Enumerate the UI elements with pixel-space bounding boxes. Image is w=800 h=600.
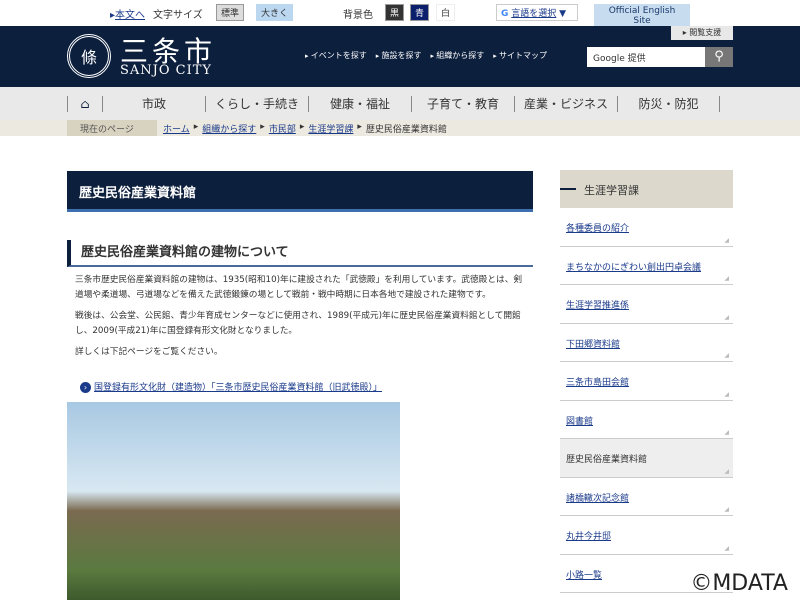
breadcrumb-current: 歴史民俗産業資料館 bbox=[365, 125, 447, 135]
sidebar-item[interactable]: 三条市島田会館 bbox=[560, 362, 733, 401]
sidebar-item[interactable]: まちなかのにぎわい創出円卓会議 bbox=[560, 247, 733, 285]
breadcrumb-separator-icon: ▸ bbox=[357, 122, 362, 132]
breadcrumb-home[interactable]: ホーム bbox=[163, 122, 190, 135]
emblem-mark: 條 bbox=[80, 48, 97, 67]
header-link-facilities[interactable]: 施設を探す bbox=[376, 50, 422, 61]
sidebar-item[interactable]: 丸井今井邸 bbox=[560, 516, 733, 555]
paragraph: 戦後は、公会堂、公民館、青少年育成センターなどに使用され、1989(平成元)年に… bbox=[75, 311, 521, 336]
chevron-right-icon: › bbox=[80, 382, 91, 393]
bg-black-button[interactable]: 黒 bbox=[385, 4, 405, 21]
breadcrumb-separator-icon: ▸ bbox=[260, 122, 265, 132]
header-link-sitemap[interactable]: サイトマップ bbox=[493, 50, 547, 61]
nav-city-admin[interactable]: 市政 bbox=[102, 96, 205, 112]
skip-to-content-link[interactable]: ▸本文へ bbox=[110, 6, 145, 21]
breadcrumb-separator-icon: ▸ bbox=[193, 122, 199, 132]
article-body: 三条市歴史民俗産業資料館の建物は、1935(昭和10)年に建設された「武徳殿」を… bbox=[75, 273, 530, 366]
english-site-button[interactable]: Official English Site bbox=[594, 4, 690, 28]
sidebar-title: 生涯学習課 bbox=[560, 170, 733, 208]
watermark: ©MDATA bbox=[690, 571, 788, 596]
nav-living[interactable]: くらし・手続き bbox=[205, 96, 308, 112]
site-header: 條 三条市 SANJO CITY ▸ 閲覧支援 イベントを探す 施設を探す 組織… bbox=[0, 26, 800, 87]
breadcrumb-here-label: 現在のページ bbox=[67, 120, 157, 136]
nav-childcare[interactable]: 子育て・教育 bbox=[411, 96, 514, 112]
font-size-label: 文字サイズ bbox=[153, 10, 203, 21]
global-nav: ⌂ 市政 くらし・手続き 健康・福祉 子育て・教育 産業・ビジネス 防災・防犯 bbox=[0, 87, 800, 120]
breadcrumb-separator-icon: ▸ bbox=[299, 122, 305, 132]
sidebar-item[interactable]: 生涯学習推進係 bbox=[560, 285, 733, 324]
section-heading: 歴史民俗産業資料館の建物について bbox=[67, 240, 533, 267]
bg-blue-button[interactable]: 青 bbox=[410, 4, 430, 21]
search-icon: ⚲ bbox=[714, 49, 724, 64]
home-icon: ⌂ bbox=[80, 97, 90, 111]
header-link-events[interactable]: イベントを探す bbox=[305, 50, 367, 61]
sidebar-item[interactable]: 諸橋轍次記念館 bbox=[560, 478, 733, 516]
accessibility-assist-button[interactable]: ▸ 閲覧支援 bbox=[671, 26, 733, 40]
city-emblem-logo[interactable]: 條 bbox=[67, 34, 111, 78]
assist-label: 閲覧支援 bbox=[689, 28, 722, 37]
paragraph: 三条市歴史民俗産業資料館の建物は、1935(昭和10)年に建設された「武徳殿」を… bbox=[75, 275, 523, 300]
sidebar-item-current: 歴史民俗産業資料館 bbox=[560, 439, 733, 478]
sidebar-item[interactable]: 図書館 bbox=[560, 401, 733, 439]
bg-color-label: 背景色 bbox=[343, 10, 373, 21]
nav-home[interactable]: ⌂ bbox=[67, 96, 102, 112]
language-select-label: 言語を選択 bbox=[511, 9, 557, 19]
building-photo bbox=[67, 402, 400, 600]
nav-business[interactable]: 産業・ビジネス bbox=[514, 96, 617, 112]
header-link-organization[interactable]: 組織から探す bbox=[431, 50, 484, 61]
nav-disaster[interactable]: 防災・防犯 bbox=[617, 96, 720, 112]
font-size-large-button[interactable]: 大きく bbox=[256, 4, 294, 21]
sidebar-item[interactable]: 各種委員の紹介 bbox=[560, 208, 733, 247]
header-links: イベントを探す 施設を探す 組織から探す サイトマップ bbox=[305, 50, 547, 61]
bg-white-button[interactable]: 白 bbox=[436, 4, 456, 21]
breadcrumb-organization[interactable]: 組織から探す bbox=[202, 122, 256, 135]
sidebar: 生涯学習課 各種委員の紹介 まちなかのにぎわい創出円卓会議 生涯学習推進係 下田… bbox=[560, 170, 733, 593]
breadcrumb-lifelong-learning[interactable]: 生涯学習課 bbox=[308, 122, 353, 135]
font-size-normal-button[interactable]: 標準 bbox=[216, 4, 245, 21]
page-title: 歴史民俗産業資料館 bbox=[67, 171, 533, 212]
sidebar-link[interactable]: 下田郷資料館 bbox=[566, 340, 620, 350]
google-icon: G bbox=[501, 9, 509, 19]
search-button[interactable]: ⚲ bbox=[705, 47, 733, 67]
sidebar-link[interactable]: 諸橋轍次記念館 bbox=[566, 494, 629, 504]
search-input[interactable]: Google 提供 bbox=[587, 47, 705, 67]
sidebar-item[interactable]: 下田郷資料館 bbox=[560, 324, 733, 362]
nav-health[interactable]: 健康・福祉 bbox=[308, 96, 411, 112]
sidebar-link[interactable]: 生涯学習推進係 bbox=[566, 301, 629, 311]
skip-label: 本文へ bbox=[115, 10, 146, 21]
link-label: 国登録有形文化財（建造物）「三条市歴史民俗産業資料館（旧武徳殿）」 bbox=[94, 383, 383, 393]
sidebar-link[interactable]: 各種委員の紹介 bbox=[566, 224, 629, 234]
sidebar-link[interactable]: 丸井今井邸 bbox=[566, 532, 611, 542]
sidebar-link[interactable]: まちなかのにぎわい創出円卓会議 bbox=[566, 263, 701, 273]
paragraph: 詳しくは下記ページをご覧ください。 bbox=[75, 347, 223, 357]
sidebar-link[interactable]: 図書館 bbox=[566, 417, 593, 427]
site-logo-en: SANJO CITY bbox=[120, 63, 213, 78]
sidebar-current-label: 歴史民俗産業資料館 bbox=[566, 455, 648, 465]
utility-bar: ▸本文へ 文字サイズ 標準 大きく 背景色 黒 青 白 G 言語を選択 ▼ Of… bbox=[0, 0, 800, 28]
sidebar-link[interactable]: 小路一覧 bbox=[566, 571, 602, 581]
breadcrumb-citizens-dept[interactable]: 市民部 bbox=[269, 122, 296, 135]
sidebar-link[interactable]: 三条市島田会館 bbox=[566, 378, 629, 388]
breadcrumb: 現在のページ ホーム ▸ 組織から探す ▸ 市民部 ▸ 生涯学習課 ▸ 歴史民俗産業資料… bbox=[0, 120, 800, 136]
language-select[interactable]: G 言語を選択 ▼ bbox=[496, 4, 578, 21]
cultural-property-link[interactable]: › 国登録有形文化財（建造物）「三条市歴史民俗産業資料館（旧武徳殿）」 bbox=[80, 380, 382, 393]
